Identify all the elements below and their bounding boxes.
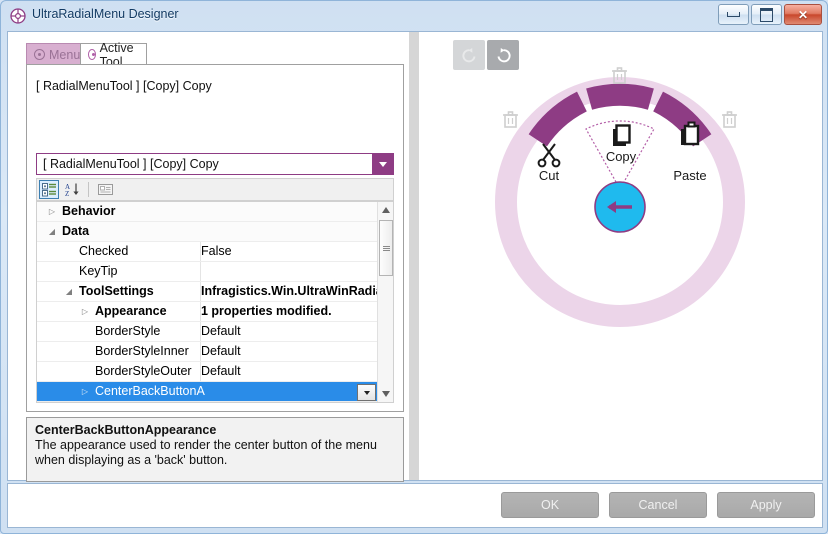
radial-icon bbox=[34, 49, 45, 60]
property-name: Checked bbox=[79, 244, 128, 258]
property-name: ToolSettings bbox=[79, 284, 154, 298]
tool-label-copy: Copy bbox=[606, 149, 637, 164]
toolbar-separator bbox=[88, 182, 89, 197]
expander-icon[interactable]: ▷ bbox=[46, 207, 58, 216]
combo-value: [ RadialMenuTool ] [Copy] Copy bbox=[43, 157, 219, 171]
panel-splitter[interactable] bbox=[409, 32, 419, 480]
tool-label-paste: Paste bbox=[673, 168, 706, 183]
radial-menu-preview[interactable]: Cut Copy Paste bbox=[485, 67, 755, 337]
property-row[interactable]: KeyTip bbox=[37, 262, 379, 282]
scrollbar-thumb[interactable] bbox=[379, 220, 393, 276]
trash-icon bbox=[503, 112, 518, 127]
property-row[interactable]: Checked False bbox=[37, 242, 379, 262]
window-title: UltraRadialMenu Designer bbox=[32, 7, 179, 21]
expander-icon[interactable]: ▷ bbox=[79, 387, 91, 396]
tab-active-tool[interactable]: Active Tool bbox=[80, 43, 147, 65]
property-name: CenterBackButtonA bbox=[95, 384, 205, 398]
categorized-button[interactable] bbox=[39, 180, 59, 199]
dialog-footer: OK Cancel Apply bbox=[7, 483, 823, 528]
trash-icon bbox=[722, 112, 737, 127]
ok-button-label: OK bbox=[541, 498, 559, 512]
property-name: KeyTip bbox=[79, 264, 117, 278]
property-row[interactable]: ◢ Data bbox=[37, 222, 379, 242]
maximize-icon bbox=[752, 5, 781, 24]
tab-page: [ RadialMenuTool ] [Copy] Copy [ RadialM… bbox=[26, 64, 404, 412]
property-row[interactable]: BorderStyleInner Default bbox=[37, 342, 379, 362]
scroll-up-arrow[interactable] bbox=[378, 202, 394, 218]
preview-panel: Cut Copy Paste bbox=[419, 32, 822, 480]
chevron-down-icon[interactable] bbox=[372, 154, 393, 174]
property-grid-scrollbar[interactable] bbox=[377, 202, 393, 402]
property-name: Behavior bbox=[62, 204, 116, 218]
description-pane: CenterBackButtonAppearance The appearanc… bbox=[26, 417, 404, 482]
property-name: BorderStyleOuter bbox=[95, 364, 192, 378]
minimize-button[interactable] bbox=[718, 4, 749, 25]
undo-icon bbox=[460, 46, 479, 65]
property-value[interactable]: False bbox=[201, 244, 377, 258]
designer-window: UltraRadialMenu Designer ✕ Menu Active T… bbox=[0, 0, 828, 534]
title-bar: UltraRadialMenu Designer ✕ bbox=[1, 1, 828, 31]
alphabetical-button[interactable]: A Z bbox=[62, 180, 82, 199]
radial-segment-copy bbox=[589, 95, 651, 99]
minimize-icon bbox=[719, 5, 748, 24]
undo-button[interactable] bbox=[453, 40, 485, 70]
scroll-down-arrow[interactable] bbox=[378, 386, 394, 402]
close-icon: ✕ bbox=[785, 5, 821, 24]
radial-menu-icon bbox=[10, 8, 26, 24]
property-value[interactable]: Infragistics.Win.UltraWinRadialMenu bbox=[201, 284, 377, 298]
selection-label: [ RadialMenuTool ] [Copy] Copy bbox=[36, 79, 212, 93]
ok-button[interactable]: OK bbox=[501, 492, 599, 518]
apply-button-label: Apply bbox=[750, 498, 781, 512]
radial-icon bbox=[88, 49, 96, 60]
property-value[interactable]: 1 properties modified. bbox=[201, 304, 377, 318]
maximize-button[interactable] bbox=[751, 4, 782, 25]
redo-button[interactable] bbox=[487, 40, 519, 70]
property-row[interactable]: BorderStyleOuter Default bbox=[37, 362, 379, 382]
redo-icon bbox=[494, 46, 513, 65]
property-value[interactable]: Default bbox=[201, 344, 377, 358]
svg-text:Z: Z bbox=[65, 190, 69, 197]
property-grid-toolbar: A Z bbox=[36, 178, 394, 201]
property-row[interactable]: ▷CenterBackButtonH bbox=[37, 402, 379, 403]
property-row[interactable]: ◢ ToolSettings Infragistics.Win.UltraWinRa… bbox=[37, 282, 379, 302]
apply-button[interactable]: Apply bbox=[717, 492, 815, 518]
expander-icon[interactable]: ◢ bbox=[63, 287, 75, 296]
property-name: Data bbox=[62, 224, 89, 238]
property-rows: ▷ Behavior ◢ Data Checked False KeyTip ◢ ToolSet… bbox=[37, 202, 379, 403]
property-row[interactable]: ▷ CenterBackButtonA bbox=[37, 382, 379, 402]
property-row[interactable]: ▷ Behavior bbox=[37, 202, 379, 222]
property-row[interactable]: BorderStyle Default bbox=[37, 322, 379, 342]
property-value[interactable]: Default bbox=[201, 324, 377, 338]
property-pages-button[interactable] bbox=[95, 180, 115, 199]
close-button[interactable]: ✕ bbox=[784, 4, 822, 25]
property-grid[interactable]: ▷ Behavior ◢ Data Checked False KeyTip ◢ ToolSet… bbox=[36, 201, 394, 403]
tab-menu-label: Menu bbox=[49, 48, 80, 62]
segment-arrow-up bbox=[614, 108, 626, 117]
tool-label-cut: Cut bbox=[539, 168, 560, 183]
client-area: Menu Active Tool [ RadialMenuTool ] [Cop… bbox=[7, 31, 823, 481]
property-value[interactable]: Default bbox=[201, 364, 377, 378]
segment-arrow-right bbox=[687, 157, 695, 167]
cancel-button-label: Cancel bbox=[639, 498, 678, 512]
property-name: BorderStyle bbox=[95, 324, 160, 338]
property-name: BorderStyleInner bbox=[95, 344, 189, 358]
expander-icon[interactable]: ▷ bbox=[79, 307, 91, 316]
value-dropdown-button[interactable] bbox=[357, 384, 376, 401]
property-row[interactable]: ▷ Appearance 1 properties modified. bbox=[37, 302, 379, 322]
copy-pages-icon bbox=[613, 126, 630, 147]
left-panel: Menu Active Tool [ RadialMenuTool ] [Cop… bbox=[8, 32, 406, 480]
cancel-button[interactable]: Cancel bbox=[609, 492, 707, 518]
tool-selector-combo[interactable]: [ RadialMenuTool ] [Copy] Copy bbox=[36, 153, 394, 175]
property-name: Appearance bbox=[95, 304, 167, 318]
description-body: The appearance used to render the center… bbox=[35, 438, 395, 468]
expander-icon[interactable]: ◢ bbox=[46, 227, 58, 236]
description-title: CenterBackButtonAppearance bbox=[35, 423, 395, 437]
